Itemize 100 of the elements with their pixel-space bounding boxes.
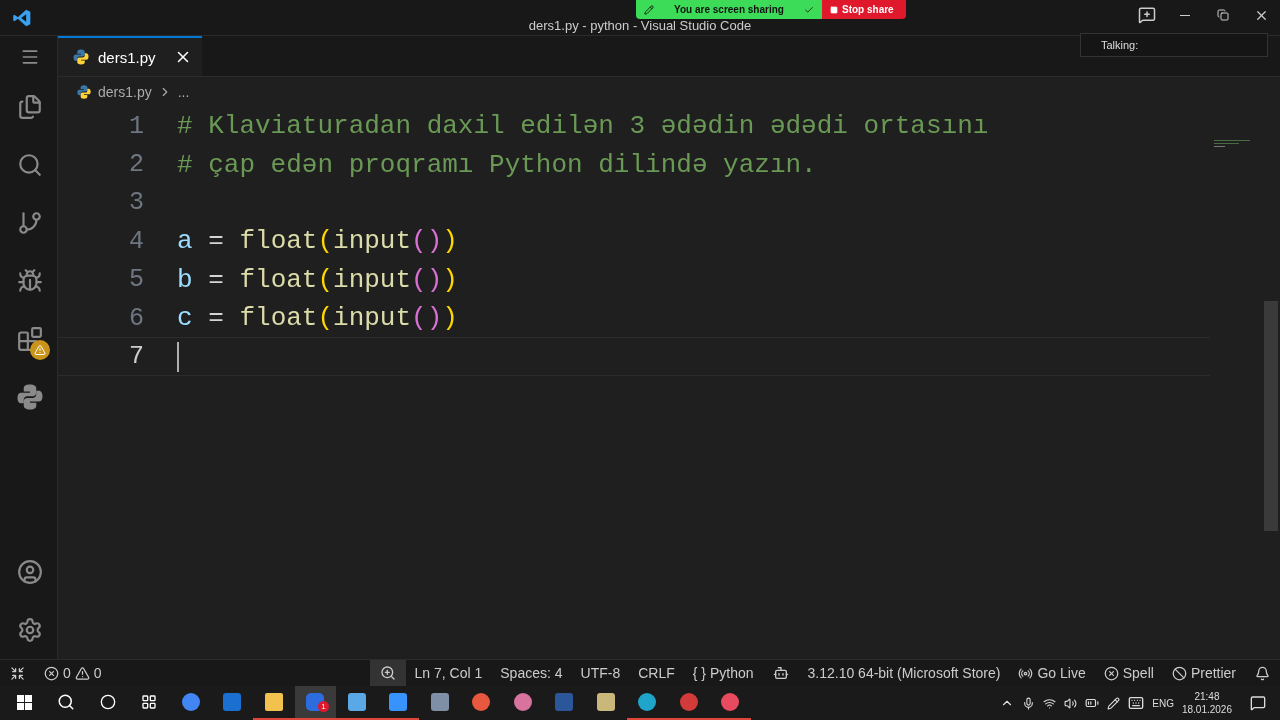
task-view-icon <box>141 694 158 710</box>
code-token: () <box>411 303 443 334</box>
app-icon <box>555 693 574 711</box>
sharing-status: You are screen sharing <box>674 4 784 15</box>
language-item[interactable]: { } Python <box>683 660 763 686</box>
app-icon <box>430 693 449 711</box>
robot-icon <box>772 665 789 681</box>
code-token: ) <box>442 226 458 257</box>
problems-item[interactable]: 0 0 <box>35 660 111 686</box>
app-logo-icon <box>12 7 32 28</box>
code-token: ( <box>317 226 334 257</box>
text-cursor <box>177 341 179 372</box>
app-icon <box>389 693 408 711</box>
volume-icon[interactable] <box>1064 696 1078 710</box>
input-language[interactable]: ENG <box>1152 697 1174 709</box>
remote-icon <box>10 665 25 681</box>
circle-icon <box>99 694 116 710</box>
indentation-item[interactable]: Spaces: 4 <box>491 660 572 686</box>
breadcrumb-item[interactable]: ... <box>177 84 190 100</box>
files-icon <box>16 94 43 120</box>
code-token: input <box>333 303 412 334</box>
prettier-item[interactable]: Prettier <box>1162 660 1245 686</box>
python-file-icon <box>72 48 90 66</box>
cursor-position[interactable]: Ln 7, Col 1 <box>405 660 492 686</box>
blocks-icon <box>16 326 43 352</box>
go-live-item[interactable]: Go Live <box>1009 660 1095 686</box>
pen-icon <box>644 4 654 15</box>
encoding-item[interactable]: UTF-8 <box>571 660 630 686</box>
chat-icon <box>1138 6 1156 24</box>
code-token: b <box>177 264 193 295</box>
app-icon <box>472 693 491 711</box>
app-icon <box>306 693 325 711</box>
slash-circle-icon <box>1171 665 1187 681</box>
line-number: 1 <box>128 111 144 141</box>
code-token: float <box>239 264 318 295</box>
app-icon <box>638 693 657 711</box>
error-icon <box>44 665 59 681</box>
stop-icon <box>830 5 838 14</box>
search-icon <box>16 152 43 178</box>
code-token: a <box>177 226 193 257</box>
app-icon <box>347 693 366 711</box>
clock[interactable]: 21:48 18.01.2026 <box>1181 690 1232 716</box>
minimap <box>1214 140 1250 148</box>
window-title: ders1.py - python - Visual Studio Code <box>527 18 753 34</box>
microphone-icon[interactable] <box>1022 696 1036 710</box>
interpreter-item[interactable]: 3.12.10 64-bit (Microsoft Store) <box>798 660 1010 686</box>
branch-icon <box>16 210 43 236</box>
bell-icon <box>1255 665 1270 681</box>
search-icon <box>57 693 76 711</box>
code-token: = <box>207 226 225 257</box>
line-number: 7 <box>128 342 144 372</box>
code-token: c <box>177 303 193 334</box>
zoom-button[interactable] <box>369 660 406 686</box>
code-token: input <box>333 226 412 257</box>
spell-item[interactable]: Spell <box>1094 660 1163 686</box>
taskbar-app[interactable]: 1 <box>294 686 336 720</box>
talking-indicator: Talking: <box>1080 33 1268 57</box>
code-token: ( <box>317 303 334 334</box>
app-icon <box>596 693 615 711</box>
warning-icon <box>74 665 90 681</box>
line-number: 2 <box>128 150 144 180</box>
line-number: 3 <box>128 188 144 218</box>
windows-logo-icon <box>17 694 33 710</box>
code-token: float <box>239 303 318 334</box>
notification-icon[interactable] <box>1250 695 1266 711</box>
line-number: 6 <box>128 303 144 333</box>
code-token: # Klaviaturadan daxil edilən 3 ədədin ədədi ortasını <box>177 111 989 142</box>
bug-icon <box>16 268 43 294</box>
battery-icon[interactable] <box>1085 696 1100 710</box>
app-icon <box>264 693 283 711</box>
code-token: () <box>411 226 443 257</box>
code-token: = <box>207 264 225 295</box>
line-number: 4 <box>128 226 144 256</box>
code-token: float <box>239 226 318 257</box>
shield-check-icon <box>804 4 814 15</box>
zoom-icon <box>379 665 396 681</box>
breadcrumb-item[interactable]: ders1.py <box>98 84 152 100</box>
code-token: ) <box>442 264 458 295</box>
eol-item[interactable]: CRLF <box>629 660 684 686</box>
app-icon <box>721 693 740 711</box>
python-file-icon <box>76 84 92 100</box>
pen-icon[interactable] <box>1107 696 1121 710</box>
editor-tab[interactable]: ders1.py <box>58 36 202 76</box>
keyboard-icon[interactable] <box>1128 695 1145 711</box>
scrollbar-thumb[interactable] <box>1264 301 1278 531</box>
code-token: ( <box>317 264 334 295</box>
code-token: # çap edən proqramı Python dilində yazın. <box>177 149 817 180</box>
app-icon <box>223 693 242 711</box>
stop-share-button[interactable]: Stop share <box>822 0 906 19</box>
line-number: 5 <box>128 265 144 295</box>
code-token: ) <box>442 303 458 334</box>
code-token: input <box>333 264 412 295</box>
app-icon <box>513 693 532 711</box>
minimize-icon <box>1180 14 1190 16</box>
app-icon <box>181 693 200 711</box>
code-token: = <box>207 303 225 334</box>
app-icon <box>679 693 698 711</box>
account-icon <box>16 559 43 585</box>
code-token: () <box>411 264 443 295</box>
wifi-icon[interactable] <box>1043 696 1057 710</box>
